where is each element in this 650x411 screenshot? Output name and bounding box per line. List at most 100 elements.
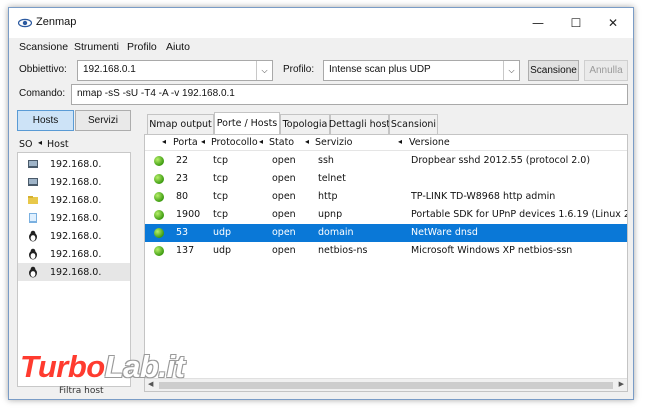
menu-aiuto[interactable]: Aiuto: [166, 41, 190, 53]
chevron-down-icon[interactable]: ⌵: [256, 61, 272, 80]
port-cell: 53: [176, 227, 189, 238]
port-cell: 1900: [176, 209, 201, 220]
host-ip: 192.168.0.: [50, 213, 102, 224]
host-row[interactable]: 192.168.0.: [18, 155, 130, 173]
port-cell: 137: [176, 245, 195, 256]
service-cell: upnp: [318, 209, 343, 220]
host-ip: 192.168.0.: [50, 159, 102, 170]
host-ip: 192.168.0.: [50, 177, 102, 188]
menu-scansione[interactable]: Scansione: [19, 41, 68, 53]
cancel-button[interactable]: Annulla: [584, 60, 628, 81]
target-label: Obbiettivo:: [19, 64, 67, 75]
scroll-right-icon[interactable]: ▶: [619, 380, 624, 388]
table-row[interactable]: 23 tcp open telnet: [145, 170, 627, 188]
maximize-button[interactable]: ☐: [559, 8, 593, 38]
service-cell: netbios-ns: [318, 245, 368, 256]
linux-penguin-icon: [29, 248, 37, 260]
sort-arrow-icon: ◂: [259, 137, 264, 146]
command-input[interactable]: nmap -sS -sU -T4 -A -v 192.168.0.1: [71, 84, 628, 105]
menu-profilo[interactable]: Profilo: [127, 41, 157, 53]
col-protocol-header[interactable]: Protocollo: [211, 137, 258, 148]
status-open-icon: [154, 228, 164, 238]
tab-nmap-output[interactable]: Nmap output: [147, 114, 214, 134]
host-row[interactable]: 192.168.0.: [18, 191, 130, 209]
profile-label: Profilo:: [283, 64, 315, 75]
state-cell: open: [272, 227, 296, 238]
table-row[interactable]: 1900 tcp open upnp Portable SDK for UPnP…: [145, 206, 627, 224]
profile-value: Intense scan plus UDP: [329, 64, 431, 75]
sort-arrow-icon: ◂: [38, 138, 43, 147]
col-version-header[interactable]: Versione: [409, 137, 450, 148]
target-value: 192.168.0.1: [83, 64, 136, 75]
os-column-header[interactable]: SO: [19, 139, 33, 150]
tab-topologia[interactable]: Topologia: [280, 114, 330, 134]
status-open-icon: [154, 174, 164, 184]
host-ip: 192.168.0.: [50, 249, 102, 260]
protocol-cell: tcp: [213, 173, 228, 184]
linux-penguin-icon: [29, 266, 37, 278]
tab-scansioni[interactable]: Scansioni: [389, 114, 438, 134]
protocol-cell: udp: [213, 227, 232, 238]
host-row[interactable]: 192.168.0.: [18, 173, 130, 191]
watermark-part2: Lab.it: [104, 349, 185, 384]
host-row[interactable]: 192.168.0.: [18, 227, 130, 245]
service-cell: ssh: [318, 155, 334, 166]
target-combo[interactable]: 192.168.0.1 ⌵: [77, 60, 273, 81]
state-cell: open: [272, 173, 296, 184]
host-column-header[interactable]: Host: [47, 139, 69, 150]
host-row[interactable]: 192.168.0.: [18, 245, 130, 263]
windows-icon: [28, 160, 38, 168]
chevron-down-icon[interactable]: ⌵: [503, 61, 519, 80]
host-row-selected[interactable]: 192.168.0.: [18, 263, 130, 281]
state-cell: open: [272, 155, 296, 166]
version-cell: TP-LINK TD-W8968 http admin: [411, 191, 556, 202]
filter-hosts-button[interactable]: Filtra host: [59, 386, 104, 396]
col-service-header[interactable]: Servizio: [315, 137, 352, 148]
services-toggle-button[interactable]: Servizi: [75, 110, 131, 131]
turbolab-watermark: TurboLab.it: [20, 349, 185, 385]
zenmap-eye-icon: [18, 18, 32, 28]
ports-table-header: ◂ Porta ◂ Protocollo ◂ Stato ◂ Servizio …: [145, 135, 627, 151]
hosts-toggle-button[interactable]: Hosts: [17, 110, 74, 131]
title-bar: Zenmap — ☐ ✕: [9, 8, 633, 38]
port-cell: 23: [176, 173, 189, 184]
host-row[interactable]: 192.168.0.: [18, 209, 130, 227]
ports-table: ◂ Porta ◂ Protocollo ◂ Stato ◂ Servizio …: [144, 134, 628, 392]
tab-porte-hosts[interactable]: Porte / Hosts: [214, 112, 280, 134]
protocol-cell: tcp: [213, 155, 228, 166]
table-row[interactable]: 80 tcp open http TP-LINK TD-W8968 http a…: [145, 188, 627, 206]
port-cell: 80: [176, 191, 189, 202]
protocol-cell: tcp: [213, 191, 228, 202]
menu-bar: Scansione Strumenti Profilo Aiuto: [9, 38, 633, 57]
scrollbar-thumb[interactable]: [159, 382, 613, 389]
command-label: Comando:: [19, 88, 66, 99]
table-row[interactable]: 22 tcp open ssh Dropbear sshd 2012.55 (p…: [145, 152, 627, 170]
folder-device-icon: [28, 196, 38, 204]
linux-penguin-icon: [29, 230, 37, 242]
scan-button[interactable]: Scansione: [528, 60, 579, 81]
command-value: nmap -sS -sU -T4 -A -v 192.168.0.1: [77, 88, 235, 99]
version-cell: Dropbear sshd 2012.55 (protocol 2.0): [411, 155, 591, 166]
state-cell: open: [272, 209, 296, 220]
profile-combo[interactable]: Intense scan plus UDP ⌵: [323, 60, 520, 81]
status-open-icon: [154, 210, 164, 220]
menu-strumenti[interactable]: Strumenti: [74, 41, 119, 53]
tab-dettagli-host[interactable]: Dettagli host: [329, 114, 390, 134]
state-cell: open: [272, 191, 296, 202]
host-ip: 192.168.0.: [50, 195, 102, 206]
sort-arrow-icon: ◂: [305, 137, 310, 146]
state-cell: open: [272, 245, 296, 256]
sort-arrow-icon: ◂: [398, 137, 403, 146]
protocol-cell: tcp: [213, 209, 228, 220]
status-open-icon: [154, 156, 164, 166]
horizontal-scrollbar[interactable]: ◀ ▶: [145, 378, 627, 391]
col-port-header[interactable]: Porta: [173, 137, 198, 148]
host-ip: 192.168.0.: [50, 231, 102, 242]
zenmap-window: Zenmap — ☐ ✕ Scansione Strumenti Profilo…: [8, 7, 634, 400]
windows-icon: [28, 178, 38, 186]
minimize-button[interactable]: —: [521, 8, 555, 38]
table-row[interactable]: 137 udp open netbios-ns Microsoft Window…: [145, 242, 627, 260]
table-row-selected[interactable]: 53 udp open domain NetWare dnsd: [145, 224, 627, 242]
col-state-header[interactable]: Stato: [269, 137, 294, 148]
close-button[interactable]: ✕: [596, 8, 630, 38]
